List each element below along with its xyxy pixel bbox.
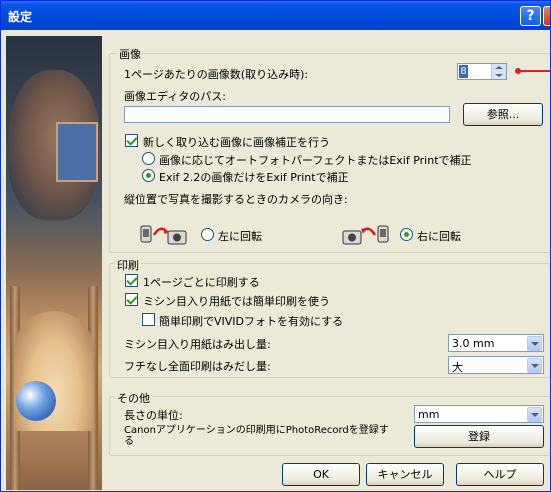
rotate-right-camera-icon	[342, 225, 389, 245]
help-button[interactable]: ヘルプ	[456, 463, 544, 486]
editor-path-label: 画像エディタのパス:	[124, 90, 226, 103]
chevron-down-icon[interactable]	[527, 336, 542, 351]
artwork-orb	[16, 381, 56, 421]
borderless-overflow-label: フチなし全面印刷はみだし量:	[124, 360, 271, 373]
rotate-left-radio[interactable]	[201, 228, 214, 241]
images-per-page-label: 1ページあたりの画像数(取り込み時):	[124, 68, 309, 81]
close-button[interactable]	[543, 6, 550, 26]
length-unit-select[interactable]: mm	[414, 405, 544, 423]
chevron-down-icon[interactable]	[527, 358, 542, 373]
perforated-simple-label: ミシン目入り用紙では簡単印刷を使う	[143, 295, 330, 308]
rotate-right-radio[interactable]	[400, 228, 413, 241]
ok-button[interactable]: OK	[282, 463, 360, 486]
photo-perfect-label: 画像に応じてオートフォトパーフェクトまたはExif Printで補正	[159, 154, 472, 167]
other-group-legend: その他	[115, 390, 152, 406]
photo-perfect-radio[interactable]	[142, 152, 155, 165]
per-page-print-label: 1ページごとに印刷する	[143, 276, 260, 289]
register-button[interactable]: 登録	[414, 425, 544, 448]
perforated-simple-checkbox[interactable]	[125, 293, 138, 306]
spin-up-icon[interactable]	[495, 66, 503, 69]
register-description: Canonアプリケーションの印刷用にPhotoRecordを登録する	[124, 425, 389, 447]
perforated-overflow-select[interactable]: 3.0 mm	[448, 334, 544, 352]
per-page-print-checkbox[interactable]	[125, 274, 138, 287]
rotate-right-label: 右に回転	[417, 230, 461, 243]
spin-down-icon[interactable]	[495, 74, 503, 77]
borderless-overflow-value: 大	[452, 361, 463, 374]
cancel-button[interactable]: キャンセル	[366, 463, 444, 486]
rotate-left-label: 左に回転	[218, 230, 262, 243]
vivid-photo-label: 簡単印刷でVIVIDフォトを有効にする	[159, 315, 344, 328]
length-unit-value: mm	[418, 408, 440, 421]
settings-dialog: 設定 ? 画像 1ページあたりの画像数(取り込み時): 8 画像エディタのパス:…	[0, 0, 551, 492]
length-unit-label: 長さの単位:	[124, 409, 183, 422]
artwork-frame	[56, 122, 98, 182]
editor-path-input[interactable]	[124, 106, 450, 123]
decorative-artwork	[6, 36, 102, 490]
perforated-overflow-value: 3.0 mm	[452, 337, 495, 350]
exif22-radio[interactable]	[142, 169, 155, 182]
help-title-button[interactable]: ?	[520, 6, 541, 26]
images-per-page-value[interactable]: 8	[459, 65, 468, 78]
image-group-legend: 画像	[117, 46, 143, 62]
images-per-page-spinner[interactable]: 8	[457, 63, 507, 80]
title-bar[interactable]: 設定 ?	[1, 1, 550, 30]
dialog-title: 設定	[8, 10, 33, 24]
orientation-label: 縦位置で写真を撮影するときのカメラの向き:	[124, 193, 348, 206]
perforated-overflow-label: ミシン目入り用紙はみ出し量:	[124, 338, 271, 351]
rotate-left-camera-icon	[140, 225, 187, 245]
vivid-photo-checkbox[interactable]	[142, 313, 155, 326]
print-group-legend: 印刷	[115, 257, 141, 273]
borderless-overflow-select[interactable]: 大	[448, 356, 544, 374]
spinner-buttons[interactable]	[491, 64, 506, 79]
chevron-down-icon[interactable]	[527, 407, 542, 422]
auto-correct-checkbox[interactable]	[125, 134, 138, 147]
exif22-label: Exif 2.2の画像だけをExif Printで補正	[159, 171, 349, 184]
auto-correct-label: 新しく取り込む画像に画像補正を行う	[143, 136, 330, 149]
browse-button[interactable]: 参照...	[463, 103, 543, 126]
